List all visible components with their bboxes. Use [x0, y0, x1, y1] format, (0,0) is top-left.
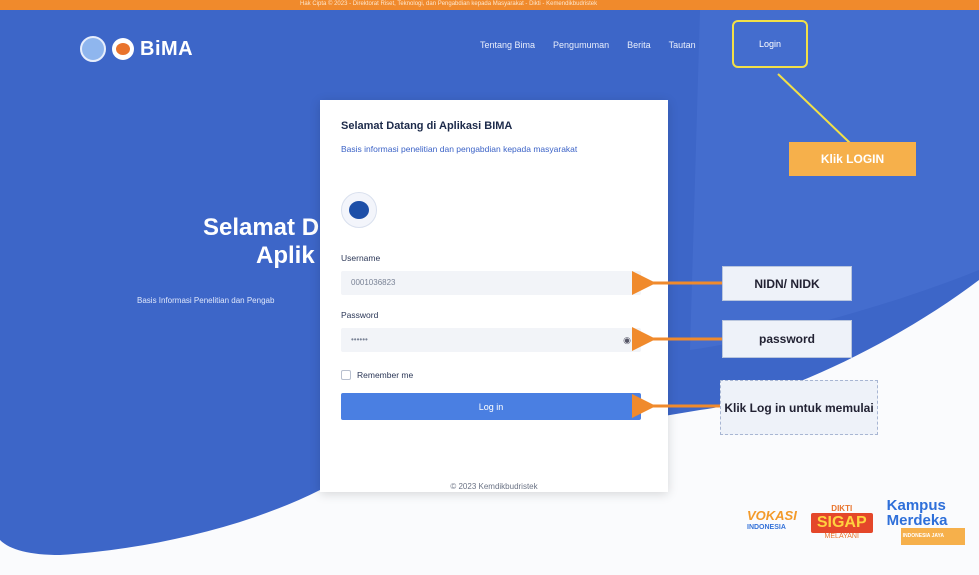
nav-item-pengumuman[interactable]: Pengumuman: [553, 40, 609, 50]
login-card-description: Basis informasi penelitian dan pengabdia…: [341, 144, 578, 154]
login-card-title: Selamat Datang di Aplikasi BIMA: [341, 120, 513, 132]
password-label: Password: [341, 310, 379, 320]
top-banner-text: Hak Cipta © 2023 - Direktorat Riset, Tek…: [300, 1, 598, 7]
ministry-emblem-icon: [80, 36, 106, 62]
kampus-merdeka-logo: Kampus Merdeka INDONESIA JAYA: [887, 498, 965, 545]
callout-nidn: NIDN/ NIDK: [722, 266, 852, 301]
remember-label: Remember me: [357, 370, 414, 380]
callout-password: password: [722, 320, 852, 358]
partner-logos: VOKASI INDONESIA DIKTI SIGAP MELAYANI Ka…: [747, 498, 965, 545]
dikti-text: DIKTI: [831, 503, 853, 513]
copyright: © 2023 Kemdikbudristek: [450, 482, 538, 491]
callout-start: Klik Log in untuk memulai: [720, 380, 878, 435]
bima-mascot-icon: [112, 38, 134, 60]
nav-item-tentang[interactable]: Tentang Bima: [480, 40, 535, 50]
nav-item-tautan[interactable]: Tautan: [669, 40, 696, 50]
melayani-text: MELAYANI: [824, 532, 859, 540]
username-label: Username: [341, 253, 381, 263]
show-password-icon[interactable]: ◉: [623, 328, 631, 352]
top-banner: Hak Cipta © 2023 - Direktorat Riset, Tek…: [0, 0, 979, 10]
vokasi-tag: INDONESIA: [747, 523, 786, 531]
main-nav: Tentang Bima Pengumuman Berita Tautan Lo…: [480, 20, 808, 68]
vokasi-text: VOKASI: [747, 507, 797, 523]
vokasi-logo: VOKASI INDONESIA: [747, 507, 797, 534]
brand-logo[interactable]: BiMA: [80, 36, 193, 62]
password-value: ••••••: [351, 335, 368, 344]
remember-me[interactable]: Remember me: [341, 370, 413, 380]
merdeka-tag: INDONESIA JAYA: [900, 528, 965, 545]
username-input[interactable]: 0001036823: [341, 271, 641, 295]
nav-login-button[interactable]: Login: [732, 20, 808, 68]
remember-checkbox[interactable]: [341, 370, 351, 380]
brand-name: BiMA: [140, 37, 194, 60]
hero-title: Selamat D Aplik: [186, 214, 336, 270]
merdeka-text: Merdeka: [886, 512, 948, 529]
password-input[interactable]: •••••• ◉: [341, 328, 641, 352]
hero-title-line1: Selamat D: [202, 214, 320, 241]
hero-title-line2: Aplik: [256, 242, 315, 269]
nav-item-berita[interactable]: Berita: [627, 40, 651, 50]
hero-subtitle: Basis Informasi Penelitian dan Pengab: [137, 296, 275, 305]
bima-avatar-icon: [341, 192, 377, 228]
callout-klik-login: Klik LOGIN: [789, 142, 916, 176]
dikti-sigap-logo: DIKTI SIGAP MELAYANI: [810, 503, 873, 540]
login-card: Selamat Datang di Aplikasi BIMA Basis in…: [320, 100, 668, 492]
sigap-text: SIGAP: [810, 512, 873, 533]
login-button[interactable]: Log in: [341, 393, 641, 420]
